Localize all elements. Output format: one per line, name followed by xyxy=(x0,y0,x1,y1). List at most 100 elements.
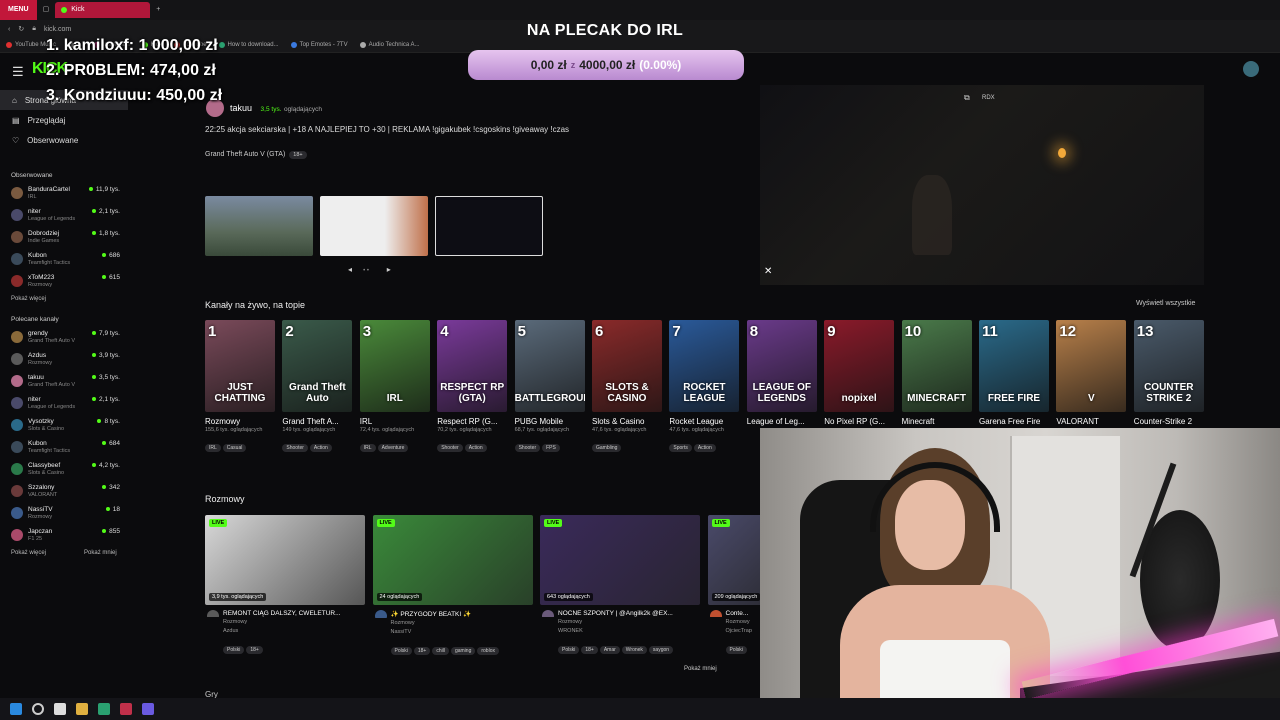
tab-kick[interactable]: Kick xyxy=(55,2,151,18)
category-tag[interactable]: IRL xyxy=(205,444,221,452)
reload-icon[interactable]: ↻ xyxy=(18,25,24,33)
category-card[interactable]: 13 COUNTER STRIKE 2 Counter-Strike 2 xyxy=(1133,320,1204,426)
carousel-thumb-2[interactable] xyxy=(320,196,428,256)
stream-tags: Polski 18+ chill gaming roblox xyxy=(373,639,533,657)
stream-card[interactable]: LIVE 209 oglądających Conte... Rozmowy Ojcie… xyxy=(707,515,763,656)
see-all-link[interactable]: Wyświetl wszystkie xyxy=(1136,300,1195,307)
sidebar-channel[interactable]: Dobrodziej Indie Games 1,8 tys. xyxy=(0,226,128,248)
sidebar-channel[interactable]: grendy Grand Theft Auto V 7,9 tys. xyxy=(0,326,128,348)
donor-row: 1. kamiloxf: 1 000,00 zł xyxy=(46,37,218,55)
category-tag[interactable]: Action xyxy=(464,444,487,452)
app-icon[interactable] xyxy=(98,703,110,715)
streamer-name[interactable]: takuu xyxy=(230,103,252,113)
sidebar-channel[interactable]: Kubon Teamfight Tactics 684 xyxy=(0,436,128,458)
windows-start-icon[interactable] xyxy=(10,703,22,715)
stream-tag[interactable]: Polski xyxy=(725,646,747,654)
category-tag[interactable]: Shooter xyxy=(282,444,308,452)
category-card[interactable]: 11 FREE FIRE Garena Free Fire xyxy=(979,320,1049,426)
category-link[interactable]: Grand Theft Auto V (GTA) xyxy=(205,151,285,158)
carousel-prev-icon[interactable]: ◂ xyxy=(348,265,352,274)
sidebar-channel[interactable]: Vysotzky Slots & Casino 8 tys. xyxy=(0,414,128,436)
show-more-followed-link[interactable]: Pokaż więcej xyxy=(0,292,128,306)
bookmark-item[interactable]: Audio Technica A... xyxy=(359,42,420,48)
stream-tag[interactable]: Amar xyxy=(599,646,620,654)
sidebar-channel[interactable]: BanduraCartel IRL 11,9 tys. xyxy=(0,182,128,204)
stream-tag[interactable]: gaming xyxy=(450,647,476,655)
stream-tag[interactable]: Polski xyxy=(390,647,412,655)
sidebar-channel[interactable]: niter League of Legends 2,1 tys. xyxy=(0,392,128,414)
category-tag[interactable]: Shooter xyxy=(514,444,541,452)
channel-viewers: 684 xyxy=(102,440,120,447)
carousel-thumb-1[interactable] xyxy=(205,196,313,256)
category-card[interactable]: 2 Grand Theft Auto Grand Theft A... 149 tys… xyxy=(282,320,353,454)
category-card[interactable]: 10 MINECRAFT Minecraft xyxy=(901,320,972,426)
sidebar-nav-item[interactable]: ♡ Obserwowane xyxy=(0,130,128,150)
sidebar-channel[interactable]: Japczan F1 25 855 xyxy=(0,524,128,546)
sidebar-channel[interactable]: NassiTV Rozmowy 18 xyxy=(0,502,128,524)
stream-card[interactable]: LIVE 3,9 tys. oglądających REMONT CIĄG DAL… xyxy=(205,515,365,656)
sidebar-channel[interactable]: Classybeef Slots & Casino 4,2 tys. xyxy=(0,458,128,480)
discord-icon[interactable] xyxy=(142,703,154,715)
category-card[interactable]: 12 V VALORANT xyxy=(1056,320,1127,426)
sidebar-channel[interactable]: xToM223 Rozmowy 615 xyxy=(0,270,128,292)
show-less-link[interactable]: Pokaż mniej xyxy=(684,666,717,672)
category-tag[interactable]: Casual xyxy=(222,444,247,452)
category-card[interactable]: 7 ROCKET LEAGUE Rocket League 47,6 tys. ogl… xyxy=(669,320,740,454)
category-tag[interactable]: IRL xyxy=(359,444,376,452)
tab-icon[interactable]: ▢ xyxy=(37,2,56,18)
category-rank: 5 xyxy=(517,323,526,340)
carousel-thumb-3[interactable] xyxy=(435,196,543,256)
stream-tag[interactable]: 18+ xyxy=(413,647,431,655)
stream-tag[interactable]: Wronek xyxy=(621,646,647,654)
category-card[interactable]: 3 IRL IRL 72,4 tys. oglądających IRL Adventur… xyxy=(359,320,430,454)
stream-tag[interactable]: saygon xyxy=(648,646,674,654)
stream-card[interactable]: LIVE 643 oglądających NOCNE SZPONTY | @Ang… xyxy=(540,515,700,656)
category-tag[interactable]: FPS xyxy=(542,444,560,452)
folder-icon[interactable] xyxy=(76,703,88,715)
carousel-next-icon[interactable]: ▸ xyxy=(387,265,391,274)
sidebar-channel[interactable]: Kubon Teamfight Tactics 686 xyxy=(0,248,128,270)
category-tag[interactable]: Shooter xyxy=(437,444,463,452)
bookmark-item[interactable]: Top Emotes - 7TV xyxy=(290,42,348,48)
search-icon[interactable] xyxy=(32,703,44,715)
stream-tag[interactable]: chill xyxy=(432,647,449,655)
category-logo-text: Grand Theft Auto xyxy=(289,382,346,404)
stream-thumbnail: LIVE 24 oglądających xyxy=(372,515,533,605)
sidebar-channel[interactable]: Szzalony VALORANT 342 xyxy=(0,480,128,502)
stream-tag[interactable]: 18+ xyxy=(581,646,598,654)
category-card[interactable]: 9 nopixel No Pixel RP (G... xyxy=(824,320,895,426)
url-field[interactable]: kick.com xyxy=(44,26,71,33)
channel-name: Szzalony xyxy=(28,483,55,491)
bookmark-item[interactable]: How to download... xyxy=(218,42,279,48)
browser-menu-button[interactable]: MENU xyxy=(0,0,37,20)
sidebar-channel[interactable]: niter League of Legends 2,1 tys. xyxy=(0,204,128,226)
show-more-recommended-link[interactable]: Pokaż więcej xyxy=(11,546,46,560)
pip-icon[interactable]: ⧉ xyxy=(964,93,970,103)
stream-tag[interactable]: 18+ xyxy=(246,646,263,654)
category-tag[interactable]: Gambling xyxy=(592,444,622,452)
category-tag[interactable]: Sports xyxy=(669,444,692,452)
sidebar-channel[interactable]: Azdus Rozmowy 3,9 tys. xyxy=(0,348,128,370)
back-icon[interactable]: ‹ xyxy=(8,26,10,33)
hamburger-menu-icon[interactable]: ☰ xyxy=(12,64,24,80)
stream-tag[interactable]: Polski xyxy=(558,646,580,654)
sidebar-nav-item[interactable]: ▤ Przeglądaj xyxy=(0,110,128,130)
stream-tag[interactable]: Polski xyxy=(223,646,245,654)
user-avatar[interactable] xyxy=(1243,61,1259,77)
category-card[interactable]: 4 RESPECT RP (GTA) Respect RP (G... 70,2 ty… xyxy=(437,320,508,454)
category-card[interactable]: 8 LEAGUE OF LEGENDS League of Leg... xyxy=(746,320,817,426)
category-tag[interactable]: Action xyxy=(309,444,332,452)
category-card[interactable]: 6 SLOTS & CASINO Slots & Casino 47,6 tys. o… xyxy=(592,320,662,454)
opera-icon[interactable] xyxy=(120,703,132,715)
category-tag[interactable]: Action xyxy=(693,444,716,452)
stream-tag[interactable]: roblox xyxy=(477,647,499,655)
taskview-icon[interactable] xyxy=(54,703,66,715)
category-tag[interactable]: Adventure xyxy=(377,444,409,452)
sidebar-channel[interactable]: takuu Grand Theft Auto V 3,5 tys. xyxy=(0,370,128,392)
new-tab-button[interactable]: + xyxy=(150,2,166,18)
featured-stream-video[interactable] xyxy=(760,85,1204,285)
show-less-recommended-link[interactable]: Pokaż mniej xyxy=(84,546,117,560)
stream-card[interactable]: LIVE 24 oglądających ✨ PRZYGODY BEATKI ✨ Ro… xyxy=(372,515,533,657)
category-card[interactable]: 5 BATTLEGROUNDS PUBG Mobile68,7 tys. ogląd… xyxy=(514,320,585,454)
category-card[interactable]: 1 JUST CHATTING Rozmowy 155,6 tys. oglądają… xyxy=(205,320,275,454)
